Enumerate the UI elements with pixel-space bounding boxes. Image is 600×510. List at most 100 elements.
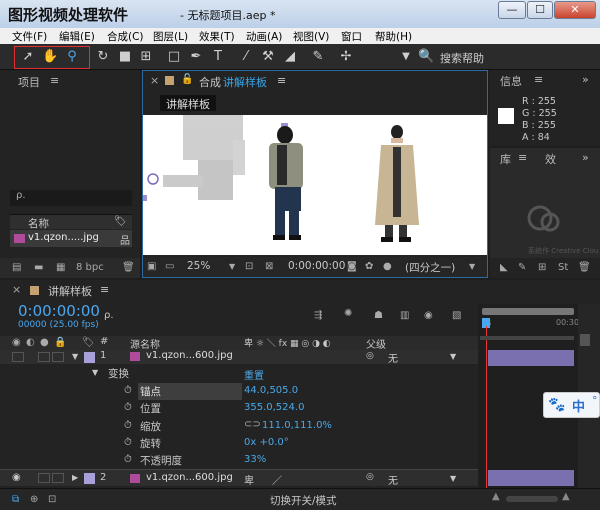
resolution-dropdown[interactable]: (四分之一): [405, 260, 455, 275]
rectangle-tool-icon[interactable]: □: [166, 49, 182, 65]
audio-toggle-icon[interactable]: ◐: [26, 337, 35, 349]
layer1-parent-dropdown-icon[interactable]: ▼: [450, 352, 456, 361]
timeline-close-icon[interactable]: ×: [12, 283, 21, 296]
zoom-level[interactable]: 25%: [187, 260, 210, 272]
clone-stamp-tool-icon[interactable]: ⚒: [260, 49, 276, 65]
column-name[interactable]: 名称: [28, 216, 49, 231]
show-snapshot-icon[interactable]: ✿: [365, 261, 373, 273]
layer2-lock-icon[interactable]: [52, 473, 64, 483]
delete-icon[interactable]: 🗑: [578, 262, 591, 274]
close-button[interactable]: ✕: [554, 1, 596, 19]
layer1-color-chip[interactable]: [84, 352, 95, 363]
lock-icon[interactable]: 🔓: [181, 74, 193, 85]
stock-icon[interactable]: St: [558, 262, 568, 274]
menu-composition[interactable]: 合成(C): [107, 29, 144, 44]
comp-close-icon[interactable]: ×: [150, 74, 159, 87]
library-expand-icon[interactable]: »: [582, 151, 589, 164]
new-composition-icon[interactable]: ▦: [56, 262, 65, 274]
in-out-icon[interactable]: ⊡: [48, 494, 56, 506]
transform-group[interactable]: 变换: [108, 366, 129, 381]
comp-viewer[interactable]: [143, 115, 487, 255]
transform-expand-icon[interactable]: ▼: [92, 368, 98, 377]
layer1-expand-icon[interactable]: ▼: [72, 352, 78, 361]
channel-icon[interactable]: ●: [383, 261, 392, 273]
solo-icon[interactable]: ●: [40, 337, 49, 349]
menu-effect[interactable]: 效果(T): [199, 29, 235, 44]
motion-blur-icon[interactable]: ◉: [424, 310, 433, 322]
monitor-icon[interactable]: ▭: [165, 261, 174, 273]
info-panel-menu-icon[interactable]: ≡: [534, 73, 543, 86]
layer2-solo-icon[interactable]: [38, 473, 50, 483]
rotation-stopwatch-icon[interactable]: ⏱: [124, 437, 132, 448]
constrain-proportions-icon[interactable]: ⊂⊃: [244, 419, 261, 430]
timeline-search-input[interactable]: ρ.: [104, 310, 114, 321]
shy-icon[interactable]: ☗: [374, 310, 383, 322]
eraser-tool-icon[interactable]: ◢: [282, 49, 298, 65]
resolution-dropdown-icon[interactable]: ▼: [469, 261, 475, 273]
prop-scale[interactable]: 缩放: [140, 419, 161, 434]
trash-icon[interactable]: 🗑: [122, 262, 135, 274]
layer2-quality-icon[interactable]: ／: [272, 472, 282, 487]
position-stopwatch-icon[interactable]: ⏱: [124, 402, 132, 413]
layer1-parent-pickwhip-icon[interactable]: ◎: [366, 351, 374, 361]
layer1-name[interactable]: v1.qzon...600.jpg: [146, 350, 233, 361]
scroll-arrow[interactable]: [580, 334, 590, 346]
project-panel-title[interactable]: 项目: [18, 74, 40, 90]
graph-editor-icon[interactable]: ▧: [452, 310, 461, 322]
text-tool-icon[interactable]: T: [210, 49, 226, 65]
layer2-name[interactable]: v1.qzon...600.jpg: [146, 472, 233, 483]
project-item[interactable]: v1.qzon.....jpg 品: [10, 230, 132, 247]
menu-animation[interactable]: 动画(A): [246, 29, 282, 44]
layer2-visibility-icon[interactable]: ◉: [12, 472, 21, 483]
frame-blending-icon[interactable]: ▥: [400, 310, 409, 322]
prop-anchor-point[interactable]: 锚点: [140, 384, 161, 399]
column-parent[interactable]: 父级: [366, 336, 386, 351]
toggle-switches-modes[interactable]: 切换开关/模式: [270, 493, 337, 508]
layer-row-1[interactable]: ▼ 1 v1.qzon...600.jpg ◎ 无 ▼: [0, 350, 478, 365]
roto-brush-tool-icon[interactable]: ✎: [310, 49, 326, 65]
zoom-dropdown-icon[interactable]: ▼: [229, 261, 235, 273]
scale-stopwatch-icon[interactable]: ⏱: [124, 420, 132, 431]
always-preview-icon[interactable]: ▣: [147, 261, 156, 273]
camera-tool-icon[interactable]: ■: [117, 49, 133, 65]
new-folder-icon[interactable]: ▬: [34, 262, 43, 274]
lock-column-icon[interactable]: 🔒: [54, 337, 66, 349]
interpret-footage-icon[interactable]: ▤: [12, 262, 21, 274]
prop-opacity-value[interactable]: 33%: [244, 454, 266, 465]
layer2-color-chip[interactable]: [84, 473, 95, 484]
comp-view-tab[interactable]: 讲解样板: [160, 95, 216, 111]
menu-file[interactable]: 文件(F): [12, 29, 47, 44]
layer1-solo-icon[interactable]: [38, 352, 50, 362]
timeline-zoom-slider[interactable]: [506, 496, 558, 502]
work-area-bar[interactable]: [482, 308, 574, 315]
transform-reset[interactable]: 重置: [244, 367, 264, 382]
comp-tab-name[interactable]: 讲解样板: [223, 74, 267, 90]
layer1-duration-bar[interactable]: [488, 350, 574, 366]
effects-tab[interactable]: 效: [545, 151, 556, 167]
prop-rotation-value[interactable]: 0x +0.0°: [244, 437, 289, 448]
timeline-tab-name[interactable]: 讲解样板: [48, 283, 92, 299]
comp-mini-flowchart-icon[interactable]: ⇶: [314, 310, 322, 322]
layer1-parent[interactable]: 无: [388, 350, 398, 365]
snapshot-icon[interactable]: ◙: [347, 261, 357, 273]
project-panel-menu-icon[interactable]: ≡: [50, 74, 59, 87]
video-toggle-icon[interactable]: ◉: [12, 337, 21, 349]
menu-help[interactable]: 帮助(H): [375, 29, 412, 44]
info-expand-icon[interactable]: »: [582, 73, 589, 86]
draft-3d-icon[interactable]: ✺: [344, 308, 352, 320]
ime-language[interactable]: 中: [572, 396, 585, 415]
add-content-icon[interactable]: ◣: [500, 262, 508, 274]
column-source-name[interactable]: 源名称: [130, 336, 160, 351]
pan-behind-tool-icon[interactable]: ⊞: [138, 49, 154, 65]
zoom-in-icon[interactable]: ▲: [562, 491, 570, 502]
workspace-dropdown-icon[interactable]: ▼: [398, 49, 414, 65]
column-number[interactable]: #: [100, 336, 108, 347]
timeline-menu-icon[interactable]: ≡: [100, 283, 109, 296]
comp-panel-menu-icon[interactable]: ≡: [277, 74, 286, 87]
layer2-expand-icon[interactable]: ▶: [72, 473, 78, 482]
prop-scale-value[interactable]: 111.0,111.0%: [262, 420, 332, 431]
anchor-stopwatch-icon[interactable]: ⏱: [124, 385, 132, 396]
prop-position[interactable]: 位置: [140, 401, 161, 416]
menu-edit[interactable]: 编辑(E): [59, 29, 95, 44]
layer-row-2[interactable]: ◉ ▶ 2 v1.qzon...600.jpg 卑 ／ ◎ 无 ▼: [0, 469, 478, 487]
